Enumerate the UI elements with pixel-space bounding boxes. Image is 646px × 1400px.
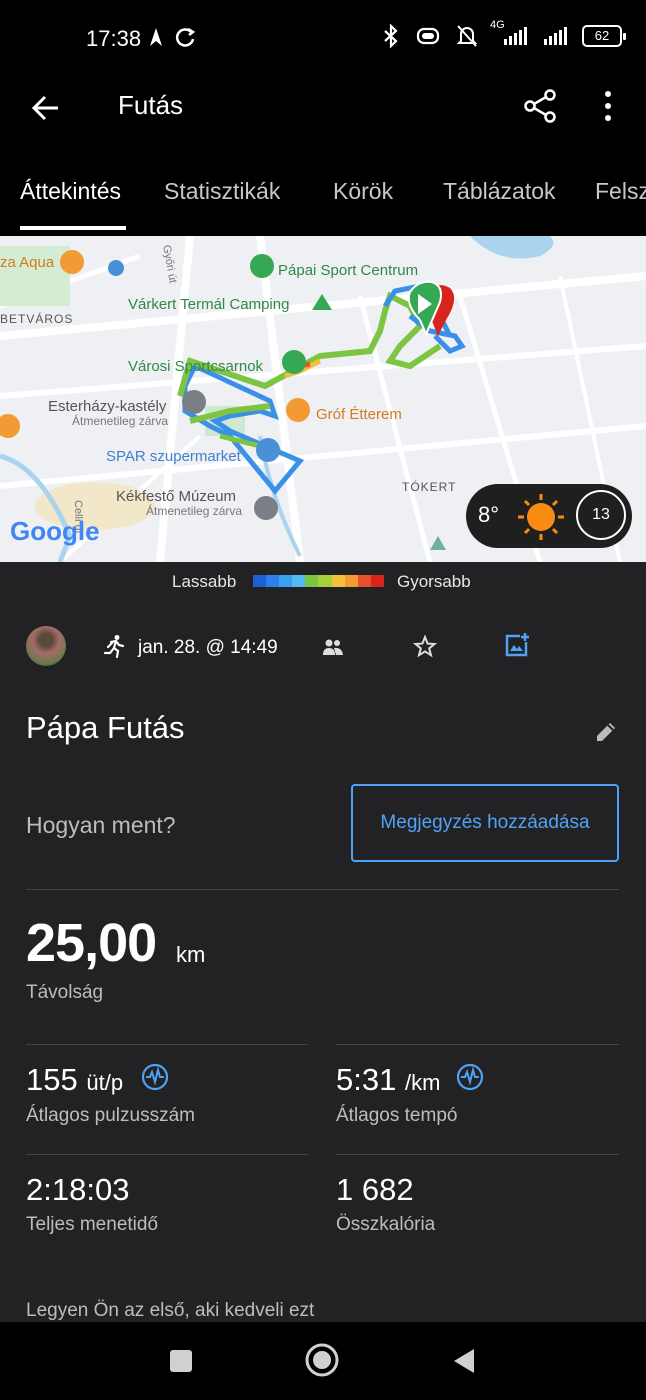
status-bar: 17:38 4G 62: [0, 0, 646, 78]
battery-level: 62: [594, 28, 610, 43]
map-label-spar: SPAR szupermarket: [106, 448, 241, 465]
total-calories-value: 1 682: [336, 1172, 414, 1207]
signal-icon: [544, 27, 567, 45]
map-label-tokert: TÓKERT: [402, 480, 457, 494]
distance-unit: km: [176, 942, 206, 967]
distance-value: 25,00: [26, 913, 157, 973]
legend-segment: [318, 575, 332, 587]
likes-prompt[interactable]: Legyen Ön az első, aki kedveli ezt: [26, 1300, 314, 1322]
map-label-esterhazy-sub: Átmenetileg zárva: [72, 414, 169, 428]
pace-chart-icon[interactable]: [455, 1062, 485, 1092]
legend-segment: [357, 575, 371, 587]
total-time-label: Teljes menetidő: [26, 1214, 159, 1235]
sun-icon: [518, 494, 564, 540]
star-icon[interactable]: [413, 635, 437, 659]
legend-segment: [344, 575, 358, 587]
people-icon[interactable]: [322, 638, 344, 656]
tab-indicator: [20, 226, 126, 230]
app-bar: Futás: [0, 78, 646, 160]
google-logo: Google: [10, 516, 100, 546]
map-label-varosi: Városi Sportcsarnok: [128, 358, 264, 375]
temperature: 8°: [478, 502, 500, 527]
running-icon: [103, 635, 125, 658]
muted-bell-icon: [456, 25, 478, 47]
sync-icon: [175, 27, 196, 47]
wind-speed: 13: [592, 506, 610, 523]
tab-laps[interactable]: Körök: [333, 178, 393, 205]
tab-bar: Áttekintés Statisztikák Körök Táblázatok…: [0, 160, 646, 230]
bluetooth-icon: [384, 24, 398, 48]
legend-segment: [331, 575, 345, 587]
stat-number: 5:31: [336, 1062, 397, 1097]
battery-icon: 62: [582, 25, 626, 47]
legend-segment: [266, 575, 280, 587]
share-icon[interactable]: [522, 88, 558, 124]
how-it-went-prompt: Hogyan ment?: [26, 812, 176, 838]
status-time: 17:38: [86, 26, 142, 51]
tab-more[interactable]: Felsz: [595, 178, 646, 205]
navigation-icon: [150, 28, 162, 46]
signal-4g-icon: 4G: [490, 19, 530, 47]
add-note-button[interactable]: Megjegyzés hozzáadása: [351, 784, 619, 862]
heart-rate-icon[interactable]: [140, 1062, 170, 1092]
stat-unit: /km: [404, 1070, 441, 1095]
divider: [26, 1044, 308, 1045]
legend-segment: [253, 575, 267, 587]
total-calories-label: Összkalória: [336, 1214, 436, 1235]
divider: [26, 1154, 308, 1155]
legend-segment: [279, 575, 293, 587]
legend-gradient: [253, 575, 384, 587]
divider: [26, 889, 619, 890]
system-nav-bar: [0, 1322, 646, 1400]
divider: [336, 1154, 619, 1155]
map-label-betvaros: BETVÁROS: [0, 312, 74, 326]
legend-segment: [305, 575, 319, 587]
map-label-sport-centrum: Pápai Sport Centrum: [278, 262, 419, 279]
arrow-left-icon[interactable]: [30, 92, 62, 124]
map-label-esterhazy: Esterházy-kastély: [48, 398, 167, 415]
activity-content: jan. 28. @ 14:49 Pápa Futás Hogyan ment?…: [0, 602, 646, 1322]
avatar[interactable]: [26, 626, 66, 666]
page-title: Futás: [118, 90, 184, 120]
tab-overview[interactable]: Áttekintés: [20, 178, 121, 205]
map-label-kekfesto-sub: Átmenetileg zárva: [146, 504, 243, 518]
route-map[interactable]: za Aqua Pápai Sport Centrum Várkert Term…: [0, 236, 646, 562]
avg-pace-value: 5:31 /km: [336, 1062, 440, 1098]
legend-segment: [292, 575, 306, 587]
legend-slower: Lassabb: [172, 572, 237, 591]
vibrate-icon: [416, 27, 440, 45]
more-vert-icon[interactable]: [600, 88, 616, 124]
tab-charts[interactable]: Táblázatok: [443, 178, 556, 205]
distance-label: Távolság: [26, 982, 104, 1003]
activity-name: Pápa Futás: [26, 710, 185, 745]
recents-icon[interactable]: [168, 1348, 194, 1374]
stat-unit: üt/p: [86, 1070, 124, 1095]
pace-legend: Lassabb Gyorsabb: [0, 562, 646, 602]
map-label-varkert: Várkert Termál Camping: [128, 296, 290, 313]
back-triangle-icon[interactable]: [450, 1346, 478, 1376]
home-icon[interactable]: [304, 1342, 340, 1378]
avg-heart-rate-value: 155 üt/p: [26, 1062, 123, 1098]
divider: [336, 1044, 619, 1045]
avg-heart-rate-label: Átlagos pulzusszám: [26, 1105, 195, 1126]
map-label-grof: Gróf Étterem: [316, 406, 402, 423]
activity-date: jan. 28. @ 14:49: [138, 637, 278, 658]
stat-number: 155: [26, 1062, 78, 1097]
map-label-kekfesto: Kékfestő Múzeum: [116, 488, 237, 505]
map-label-aqua: za Aqua: [0, 254, 55, 271]
total-time-value: 2:18:03: [26, 1172, 130, 1207]
add-photo-icon[interactable]: [504, 632, 530, 658]
legend-segment: [370, 575, 384, 587]
legend-faster: Gyorsabb: [397, 572, 471, 591]
wind-dial: 13: [576, 490, 626, 540]
tab-statistics[interactable]: Statisztikák: [164, 178, 280, 205]
weather-widget: 8° 13: [466, 484, 632, 548]
edit-pencil-icon[interactable]: [594, 720, 618, 744]
avg-pace-label: Átlagos tempó: [336, 1105, 458, 1126]
